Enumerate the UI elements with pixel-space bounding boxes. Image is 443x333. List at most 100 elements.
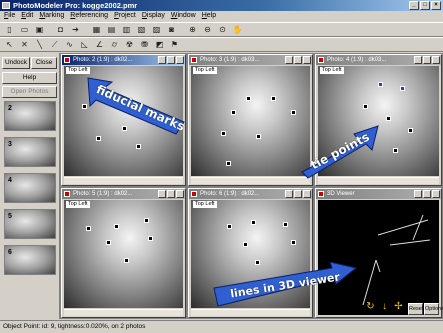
maximize-icon[interactable] <box>294 56 302 64</box>
rotate-icon[interactable]: ↻ <box>364 300 377 312</box>
new-icon[interactable]: ▯ <box>3 24 16 36</box>
camera-icon[interactable]: ◘ <box>54 24 67 36</box>
maximize-button[interactable]: □ <box>420 1 430 10</box>
marker[interactable] <box>363 104 368 109</box>
marker[interactable] <box>144 218 149 223</box>
marker[interactable] <box>378 82 383 87</box>
photo-window-5[interactable]: Photo: 5 (1:9) : dk02... Top Left <box>61 188 186 318</box>
marker[interactable] <box>243 242 248 247</box>
menu-marking[interactable]: Marking <box>39 11 64 21</box>
mark-point-icon[interactable]: ✕ <box>18 39 31 51</box>
angle-icon[interactable]: ∠ <box>93 39 106 51</box>
save-icon[interactable]: ▣ <box>33 24 46 36</box>
drive-icon[interactable]: ⛃ <box>138 39 151 51</box>
marker[interactable] <box>124 258 129 263</box>
menu-window[interactable]: Window <box>171 11 196 21</box>
viewer-reset-button[interactable]: Reset <box>408 303 423 315</box>
image-icon[interactable]: ▨ <box>150 24 163 36</box>
photo-thumbnail[interactable]: 5 <box>4 209 56 239</box>
minimize-icon[interactable] <box>414 56 422 64</box>
marker[interactable] <box>400 86 405 91</box>
zoom-fit-icon[interactable]: ⊙ <box>216 24 229 36</box>
marker[interactable] <box>221 131 226 136</box>
zoom-out-icon[interactable]: ⊖ <box>201 24 214 36</box>
marker[interactable] <box>86 226 91 231</box>
maximize-icon[interactable] <box>167 56 175 64</box>
marker[interactable] <box>136 144 141 149</box>
photo-thumbnail[interactable]: 4 <box>4 173 56 203</box>
marker[interactable] <box>231 110 236 115</box>
menu-display[interactable]: Display <box>142 11 165 21</box>
marker[interactable] <box>227 224 232 229</box>
photo-image[interactable]: Top Left <box>64 200 183 308</box>
menu-file[interactable]: File <box>4 11 15 21</box>
close-icon[interactable] <box>432 190 440 198</box>
marker[interactable] <box>148 236 153 241</box>
marker[interactable] <box>283 222 288 227</box>
close-panel-button[interactable]: Close <box>31 57 57 69</box>
zoom-in-icon[interactable]: ⊕ <box>186 24 199 36</box>
point-table-icon[interactable]: ▤ <box>105 24 118 36</box>
marker[interactable] <box>226 161 231 166</box>
minimize-icon[interactable] <box>158 56 166 64</box>
marker[interactable] <box>291 240 296 245</box>
photo-window-3[interactable]: Photo: 3 (1:9) : dk03... Top Left <box>188 54 313 186</box>
pan-move-icon[interactable]: ✢ <box>392 300 405 312</box>
marker[interactable] <box>256 134 261 139</box>
horizontal-scrollbar[interactable] <box>64 309 183 316</box>
close-icon[interactable] <box>176 56 184 64</box>
close-icon[interactable] <box>432 56 440 64</box>
close-icon[interactable] <box>303 190 311 198</box>
marker[interactable] <box>114 224 119 229</box>
cylinder-icon[interactable]: ⌭ <box>108 39 121 51</box>
surface-icon[interactable]: ◩ <box>153 39 166 51</box>
marker[interactable] <box>251 220 256 225</box>
open-icon[interactable]: ▭ <box>18 24 31 36</box>
horizontal-scrollbar[interactable] <box>64 177 183 184</box>
photo-image[interactable]: Top Left <box>191 66 310 176</box>
arrow-icon[interactable]: ➔ <box>69 24 82 36</box>
marker[interactable] <box>96 136 101 141</box>
marker[interactable] <box>408 128 413 133</box>
maximize-icon[interactable] <box>423 190 431 198</box>
marker[interactable] <box>246 96 251 101</box>
viewer-icon[interactable]: ▧ <box>135 24 148 36</box>
export-icon[interactable]: ◙ <box>165 24 178 36</box>
marker[interactable] <box>386 116 391 121</box>
close-window-button[interactable]: × <box>431 1 441 10</box>
marker[interactable] <box>393 148 398 153</box>
edge-icon[interactable]: ⟋ <box>48 39 61 51</box>
menu-help[interactable]: Help <box>202 11 216 21</box>
photo-table-icon[interactable]: ▦ <box>90 24 103 36</box>
viewer-options-button[interactable]: Options <box>424 303 443 315</box>
minimize-button[interactable]: _ <box>409 1 419 10</box>
close-icon[interactable] <box>303 56 311 64</box>
curve-icon[interactable]: ∿ <box>63 39 76 51</box>
maximize-icon[interactable] <box>167 190 175 198</box>
open-photos-button[interactable]: Open Photos <box>2 86 57 98</box>
help-button[interactable]: Help <box>2 72 57 84</box>
menu-project[interactable]: Project <box>114 11 136 21</box>
undock-button[interactable]: Undock <box>2 57 30 69</box>
minimize-icon[interactable] <box>158 190 166 198</box>
photo-thumbnail[interactable]: 3 <box>4 137 56 167</box>
maximize-icon[interactable] <box>294 190 302 198</box>
maximize-icon[interactable] <box>423 56 431 64</box>
marker[interactable] <box>106 240 111 245</box>
flag-icon[interactable]: ⚑ <box>168 39 181 51</box>
line-icon[interactable]: ╲ <box>33 39 46 51</box>
zoom-move-icon[interactable]: ↓ <box>378 300 391 312</box>
photo-thumbnail[interactable]: 6 <box>4 245 56 275</box>
triangle-icon[interactable]: ◺ <box>78 39 91 51</box>
pan-icon[interactable]: ✋ <box>231 24 244 36</box>
minimize-icon[interactable] <box>414 190 422 198</box>
marker[interactable] <box>291 110 296 115</box>
menu-edit[interactable]: Edit <box>21 11 33 21</box>
process-icon[interactable]: ▥ <box>120 24 133 36</box>
minimize-icon[interactable] <box>285 190 293 198</box>
menu-referencing[interactable]: Referencing <box>70 11 108 21</box>
target-icon[interactable]: ☢ <box>123 39 136 51</box>
horizontal-scrollbar[interactable] <box>191 177 310 184</box>
close-icon[interactable] <box>176 190 184 198</box>
photo-thumbnail[interactable]: 2 <box>4 101 56 131</box>
